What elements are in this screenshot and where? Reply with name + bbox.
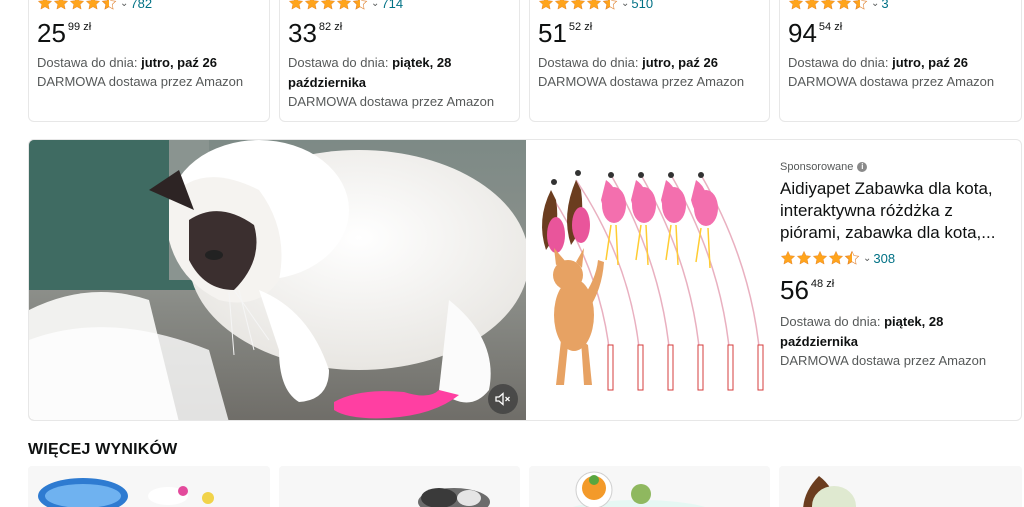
price[interactable]: 51 52 zł xyxy=(538,19,761,49)
more-results-heading: WIĘCEJ WYNIKÓW xyxy=(28,441,178,458)
price-fraction: 52 zł xyxy=(568,21,593,33)
search-results-page: ⌄ 782 25 99 zł Dostawa do dnia: jutro, p… xyxy=(0,0,1024,507)
price-whole: 51 xyxy=(538,18,567,48)
sponsored-label[interactable]: Sponsorowane i xyxy=(780,160,1015,174)
price-fraction: 54 zł xyxy=(818,21,843,33)
delivery-info: Dostawa do dnia: jutro, paź 26 xyxy=(788,53,1013,73)
rating-stars[interactable]: ⌄ 782 xyxy=(37,0,261,13)
product-title-link[interactable]: Aidiyapet Zabawka dla kota, interaktywna… xyxy=(780,178,1015,244)
delivery-label: Dostawa do dnia: xyxy=(37,55,138,70)
star-icon xyxy=(788,0,804,10)
rating-stars[interactable]: ⌄ 308 xyxy=(780,248,1015,268)
chevron-down-icon[interactable]: ⌄ xyxy=(863,253,871,264)
chevron-down-icon[interactable]: ⌄ xyxy=(371,0,379,9)
price-fraction: 82 zł xyxy=(318,21,343,33)
star-icon xyxy=(69,0,85,10)
product-card[interactable]: ⌄ 510 51 52 zł Dostawa do dnia: jutro, p… xyxy=(529,0,770,122)
star-icon xyxy=(320,0,336,10)
star-icon xyxy=(554,0,570,10)
delivery-label: Dostawa do dnia: xyxy=(788,55,889,70)
price[interactable]: 94 54 zł xyxy=(788,19,1013,49)
price[interactable]: 33 82 zł xyxy=(288,19,511,49)
review-count[interactable]: 782 xyxy=(130,0,152,11)
star-icon xyxy=(836,0,852,10)
rating-stars[interactable]: ⌄ 3 xyxy=(788,0,1013,13)
half-star-icon xyxy=(852,0,868,10)
feather-wand-toy-image xyxy=(542,170,764,391)
sponsored-product-info: Sponsorowane i Aidiyapet Zabawka dla kot… xyxy=(780,160,1015,370)
review-count[interactable]: 714 xyxy=(381,0,403,11)
delivery-info: Dostawa do dnia: jutro, paź 26 xyxy=(538,53,761,73)
price-whole: 94 xyxy=(788,18,817,48)
delivery-date: jutro, paź 26 xyxy=(642,55,718,70)
price-whole: 25 xyxy=(37,18,66,48)
cat-video-frame xyxy=(29,140,526,420)
free-shipping: DARMOWA dostawa przez Amazon xyxy=(288,94,495,109)
star-icon xyxy=(812,250,828,265)
star-icon xyxy=(586,0,602,10)
delivery-date: jutro, paź 26 xyxy=(141,55,217,70)
chevron-down-icon[interactable]: ⌄ xyxy=(120,0,128,9)
star-icon xyxy=(780,250,796,265)
catnip-ball-toy-image xyxy=(529,466,770,507)
rating-stars[interactable]: ⌄ 510 xyxy=(538,0,761,13)
product-image[interactable] xyxy=(526,140,772,420)
star-icon xyxy=(336,0,352,10)
half-star-icon xyxy=(844,250,860,265)
free-shipping: DARMOWA dostawa przez Amazon xyxy=(538,74,745,89)
mouse-toy-image xyxy=(779,466,1022,507)
review-count[interactable]: 3 xyxy=(881,0,888,11)
price-whole: 56 xyxy=(780,275,809,305)
free-shipping: DARMOWA dostawa przez Amazon xyxy=(780,353,987,368)
video-player[interactable] xyxy=(29,140,526,420)
half-star-icon xyxy=(352,0,368,10)
product-card[interactable]: ⌄ 782 25 99 zł Dostawa do dnia: jutro, p… xyxy=(28,0,270,122)
sponsored-text: Sponsorowane xyxy=(780,161,854,173)
product-card[interactable]: ⌄ 3 94 54 zł Dostawa do dnia: jutro, paź… xyxy=(779,0,1022,122)
rating-stars[interactable]: ⌄ 714 xyxy=(288,0,511,13)
price[interactable]: 25 99 zł xyxy=(37,19,261,49)
result-card-thumbnail[interactable] xyxy=(779,466,1022,507)
star-icon xyxy=(820,0,836,10)
info-icon[interactable]: i xyxy=(857,162,868,172)
delivery-date: jutro, paź 26 xyxy=(892,55,968,70)
free-shipping: DARMOWA dostawa przez Amazon xyxy=(788,74,995,89)
speaker-muted-icon xyxy=(495,392,510,406)
delivery-info: Dostawa do dnia: piątek, 28 października xyxy=(780,312,1015,352)
star-icon xyxy=(53,0,69,10)
review-count[interactable]: 308 xyxy=(873,251,895,266)
star-icon xyxy=(37,0,53,10)
star-icon xyxy=(288,0,304,10)
result-card-thumbnail[interactable] xyxy=(529,466,770,507)
free-shipping: DARMOWA dostawa przez Amazon xyxy=(37,74,244,89)
star-icon xyxy=(828,250,844,265)
star-icon xyxy=(538,0,554,10)
price-whole: 33 xyxy=(288,18,317,48)
delivery-info: Dostawa do dnia: piątek, 28 października xyxy=(288,53,511,93)
cat-toy-image xyxy=(279,466,520,507)
delivery-info: Dostawa do dnia: jutro, paź 26 xyxy=(37,53,261,73)
result-card-thumbnail[interactable] xyxy=(279,466,520,507)
review-count[interactable]: 510 xyxy=(631,0,653,11)
star-icon xyxy=(804,0,820,10)
star-icon xyxy=(570,0,586,10)
delivery-label: Dostawa do dnia: xyxy=(780,314,881,329)
chevron-down-icon[interactable]: ⌄ xyxy=(621,0,629,9)
delivery-label: Dostawa do dnia: xyxy=(538,55,639,70)
result-card-thumbnail[interactable] xyxy=(28,466,270,507)
product-card[interactable]: ⌄ 714 33 82 zł Dostawa do dnia: piątek, … xyxy=(279,0,520,122)
price-fraction: 99 zł xyxy=(67,21,92,33)
chevron-down-icon[interactable]: ⌄ xyxy=(871,0,879,9)
half-star-icon xyxy=(602,0,618,10)
tunnel-toy-image xyxy=(28,466,270,507)
half-star-icon xyxy=(101,0,117,10)
delivery-label: Dostawa do dnia: xyxy=(288,55,389,70)
star-icon xyxy=(796,250,812,265)
price-fraction: 48 zł xyxy=(810,278,835,290)
sponsored-video-banner[interactable]: Sponsorowane i Aidiyapet Zabawka dla kot… xyxy=(28,139,1022,421)
mute-button[interactable] xyxy=(488,384,518,414)
star-icon xyxy=(85,0,101,10)
price[interactable]: 56 48 zł xyxy=(780,276,1015,306)
star-icon xyxy=(304,0,320,10)
